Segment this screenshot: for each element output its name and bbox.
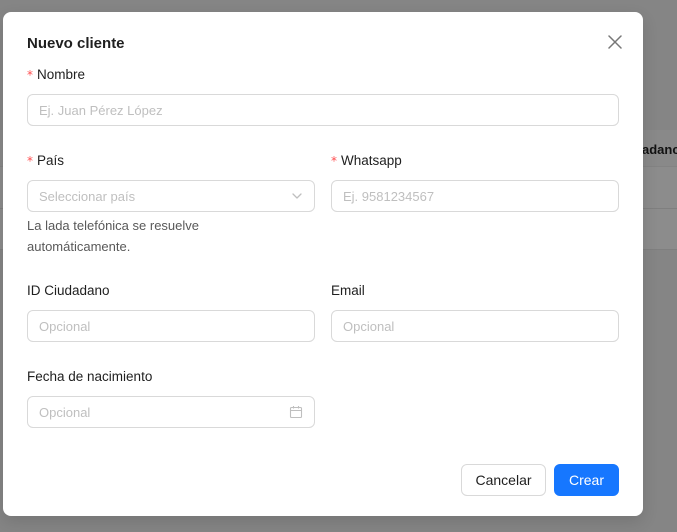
required-mark: * (27, 68, 33, 82)
fecha-nacimiento-picker[interactable]: Opcional (27, 396, 315, 428)
fecha-nacimiento-label: Fecha de nacimiento (27, 369, 153, 384)
nombre-input[interactable] (27, 94, 619, 126)
id-ciudadano-label: ID Ciudadano (27, 283, 110, 298)
id-ciudadano-input[interactable] (27, 310, 315, 342)
new-client-dialog: Nuevo cliente *Nombre *País Seleccionar … (3, 12, 643, 516)
whatsapp-label: * Whatsapp (331, 153, 402, 168)
required-mark: * (27, 154, 33, 168)
chevron-down-icon (291, 190, 303, 202)
close-button[interactable] (603, 30, 627, 54)
dialog-title: Nuevo cliente (27, 35, 125, 52)
pais-select-placeholder: Seleccionar país (39, 188, 136, 204)
nombre-label: * Nombre (27, 67, 86, 82)
pais-label: * País (27, 153, 65, 168)
calendar-icon (289, 405, 303, 419)
close-icon (608, 35, 622, 49)
fecha-nacimiento-placeholder: Opcional (39, 404, 91, 420)
create-button[interactable]: Crear (554, 464, 619, 496)
email-label: Email (331, 283, 365, 298)
email-input[interactable] (331, 310, 619, 342)
pais-select[interactable]: Seleccionar país (27, 180, 315, 212)
pais-help-text: La lada telefónica se resuelve automátic… (27, 218, 200, 254)
whatsapp-input[interactable] (331, 180, 619, 212)
cancel-button[interactable]: Cancelar (461, 464, 546, 496)
required-mark: * (331, 154, 337, 168)
